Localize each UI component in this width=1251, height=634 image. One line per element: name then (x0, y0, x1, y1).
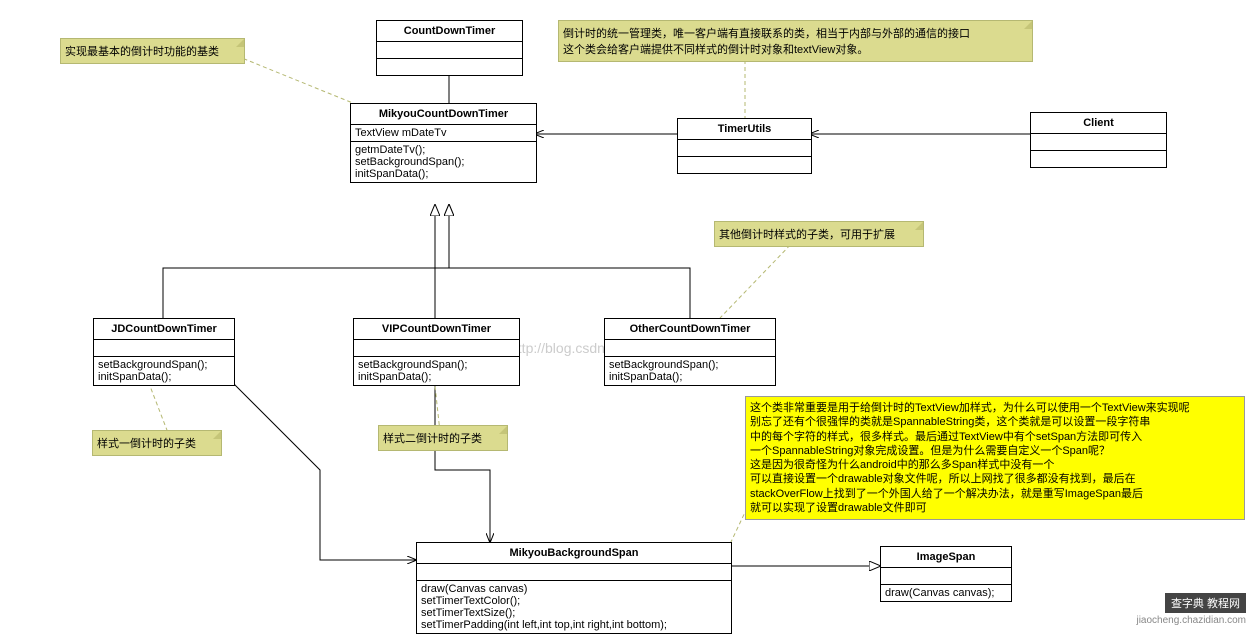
note-important: 这个类非常重要是用于给倒计时的TextView加样式，为什么可以使用一个Text… (745, 396, 1245, 520)
note-style1: 样式一倒计时的子类 (92, 430, 222, 456)
badge: 查字典 教程网 (1165, 593, 1246, 613)
class-timerutils: TimerUtils (677, 118, 812, 174)
connectors (0, 0, 1251, 631)
note-base: 实现最基本的倒计时功能的基类 (60, 38, 245, 64)
class-imagespan: ImageSpan draw(Canvas canvas); (880, 546, 1012, 602)
class-countdowntimer: CountDownTimer (376, 20, 523, 76)
note-other: 其他倒计时样式的子类，可用于扩展 (714, 221, 924, 247)
note-style2: 样式二倒计时的子类 (378, 425, 508, 451)
class-jdcountdowntimer: JDCountDownTimer setBackgroundSpan(); in… (93, 318, 235, 386)
note-timerutils: 倒计时的统一管理类，唯一客户端有直接联系的类，相当于内部与外部的通信的接口 这个… (558, 20, 1033, 62)
class-othercountdowntimer: OtherCountDownTimer setBackgroundSpan();… (604, 318, 776, 386)
class-vipcountdowntimer: VIPCountDownTimer setBackgroundSpan(); i… (353, 318, 520, 386)
class-client: Client (1030, 112, 1167, 168)
class-mikyoubackgroundspan: MikyouBackgroundSpan draw(Canvas canvas)… (416, 542, 732, 634)
class-mikyoucountdowntimer: MikyouCountDownTimer TextView mDateTv ge… (350, 103, 537, 183)
watermark: jiaocheng.chazidian.com (1136, 615, 1246, 626)
